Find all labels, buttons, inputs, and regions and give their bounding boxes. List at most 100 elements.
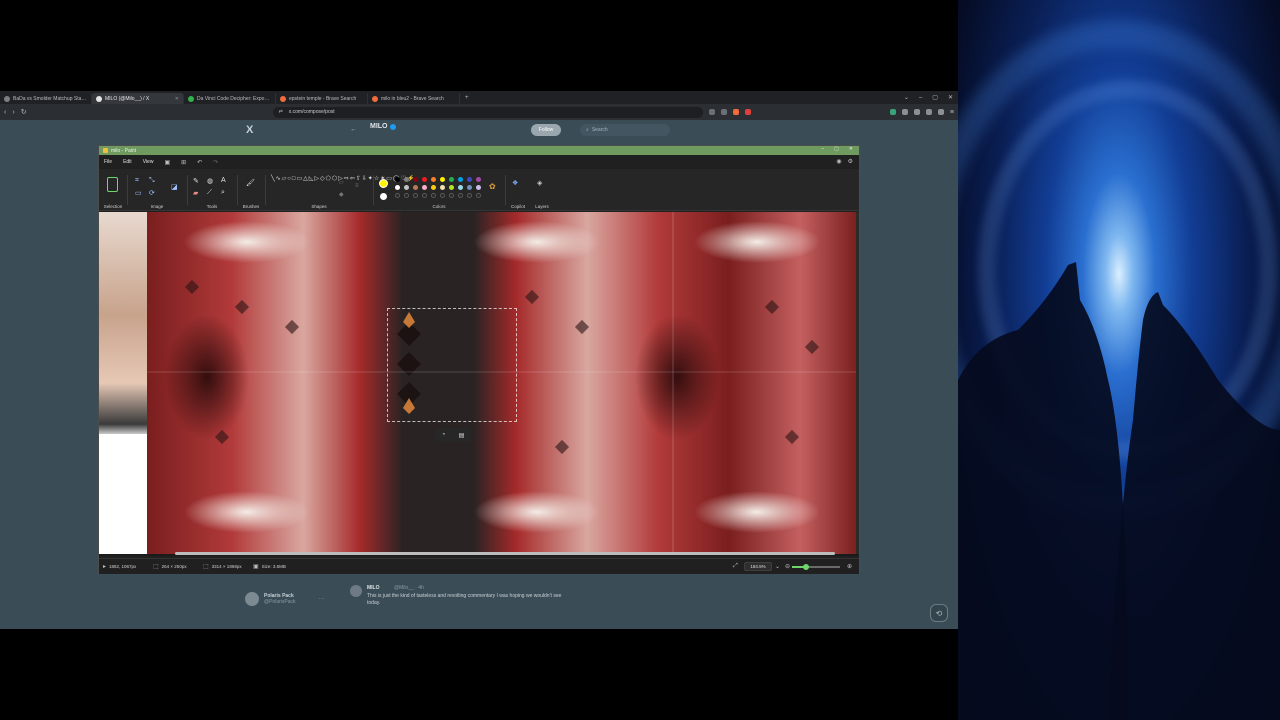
custom-color-slot[interactable] — [395, 193, 400, 198]
color-swatch[interactable] — [395, 185, 400, 190]
forward-icon[interactable]: › — [12, 109, 14, 116]
settings-gear-icon[interactable]: ⚙ — [848, 158, 853, 165]
undo-icon[interactable]: ↶ — [197, 159, 202, 166]
account-icon[interactable]: ◉ — [836, 158, 841, 165]
color-swatch[interactable] — [458, 185, 463, 190]
color-swatch[interactable] — [404, 185, 409, 190]
secondary-color-swatch[interactable] — [380, 193, 387, 200]
tab-4[interactable]: milo in bleu2 - Brave Search — [368, 93, 460, 104]
menu-view[interactable]: View — [143, 159, 154, 165]
background-removal-icon[interactable]: ◪ — [171, 183, 178, 191]
color-swatch[interactable] — [476, 177, 481, 182]
fit-to-window-icon[interactable]: ⤢ — [733, 563, 738, 570]
new-tab-button[interactable]: + — [460, 95, 474, 101]
custom-color-slot[interactable] — [431, 193, 436, 198]
follow-button[interactable]: Follow — [531, 124, 561, 136]
layers-icon[interactable]: ◈ — [537, 179, 542, 187]
color-swatch[interactable] — [458, 177, 463, 182]
color-swatch[interactable] — [404, 177, 409, 182]
color-picker-icon[interactable]: ⟋ — [207, 189, 212, 197]
back-arrow-icon[interactable]: ← — [350, 126, 357, 133]
tab-0[interactable]: BaDa vs Smolder Matchup Statistic — [0, 93, 92, 104]
custom-color-slot[interactable] — [404, 193, 409, 198]
profile-icon[interactable] — [937, 109, 944, 115]
custom-color-slot[interactable] — [476, 193, 481, 198]
color-swatch[interactable] — [449, 177, 454, 182]
site-info-icon[interactable]: ⇄ — [279, 109, 283, 115]
url-field[interactable]: ⇄ x.com/compose/post — [272, 106, 703, 118]
horizontal-scrollbar[interactable] — [175, 552, 835, 555]
close-icon[interactable]: ✕ — [849, 146, 853, 152]
tab-3[interactable]: epstein temple - Brave Search — [276, 93, 368, 104]
menu-icon[interactable]: ≡ — [950, 109, 954, 116]
custom-color-slot[interactable] — [458, 193, 463, 198]
zoom-out-icon[interactable]: ⊖ — [785, 563, 790, 570]
outline-icon[interactable]: ▱ — [339, 179, 344, 186]
search-input[interactable]: ⌕ Search — [580, 124, 670, 136]
primary-color-swatch[interactable] — [379, 179, 388, 188]
color-swatch[interactable] — [431, 177, 436, 182]
shapes-gallery-icon[interactable]: ╲∿▱○□▭△◺▷◇⬠⬡▷⇨⇦⇧⇩✦☆✶▭◯♡⚡ — [271, 176, 414, 183]
text-icon[interactable]: A — [221, 177, 226, 184]
magnifier-icon[interactable]: ⌕ — [221, 189, 225, 197]
more-options-icon[interactable]: ▤ — [459, 432, 465, 439]
back-icon[interactable]: ‹ — [4, 109, 6, 116]
eraser-icon[interactable]: ▰ — [193, 189, 198, 197]
grok-icon[interactable]: ⟲ — [930, 604, 948, 622]
rotate-icon[interactable]: ⟳ — [149, 189, 155, 197]
extension-icon[interactable] — [720, 109, 727, 115]
save-icon[interactable]: ▣ — [164, 159, 170, 166]
zoom-slider-thumb[interactable] — [803, 564, 810, 570]
line-size-icon[interactable]: ≡ — [355, 183, 359, 189]
tab-list-chevron-icon[interactable]: ⌄ — [899, 94, 914, 101]
color-swatch[interactable] — [467, 177, 472, 182]
pencil-icon[interactable]: ✎ — [193, 177, 199, 185]
edit-colors-icon[interactable]: ✿ — [489, 182, 496, 191]
x-logo[interactable]: X — [246, 124, 253, 136]
resize-icon[interactable]: ⤡ — [149, 177, 155, 185]
custom-color-slot[interactable] — [467, 193, 472, 198]
zoom-level-select[interactable]: 184.5% — [744, 562, 772, 571]
redo-icon[interactable]: ↷ — [213, 159, 218, 166]
fill-icon[interactable]: ◍ — [207, 177, 213, 185]
fill-style-icon[interactable]: ◆ — [339, 191, 344, 198]
color-swatch[interactable] — [413, 177, 418, 182]
close-window-icon[interactable]: ✕ — [943, 94, 958, 101]
custom-color-slot[interactable] — [440, 193, 445, 198]
image-creator-icon[interactable]: ◔ — [442, 432, 446, 438]
select-all-icon[interactable]: ▭ — [135, 189, 142, 197]
color-swatch[interactable] — [413, 185, 418, 190]
color-swatch[interactable] — [476, 185, 481, 190]
color-swatch[interactable] — [431, 185, 436, 190]
custom-color-slot[interactable] — [449, 193, 454, 198]
zoom-dropdown-chevron-icon[interactable]: ⌄ — [775, 563, 780, 570]
color-swatch[interactable] — [395, 177, 400, 182]
brave-rewards-icon[interactable] — [744, 109, 751, 115]
sidebar-icon[interactable] — [901, 109, 908, 115]
reload-icon[interactable]: ↻ — [21, 108, 27, 116]
color-swatch[interactable] — [440, 177, 445, 182]
menu-file[interactable]: File — [104, 159, 112, 165]
account-switcher[interactable]: Polaris Pack @PolarisPack ··· — [245, 592, 324, 606]
wallet-icon[interactable] — [913, 109, 920, 115]
maximize-icon[interactable]: ▢ — [927, 94, 943, 101]
canvas-image[interactable]: ◔ ▤ — [147, 212, 857, 554]
tab-1[interactable]: MILO (@Milo__) / X ✕ — [92, 93, 184, 104]
color-swatch[interactable] — [440, 185, 445, 190]
crop-icon[interactable]: ⌗ — [135, 177, 139, 185]
vertical-scrollbar[interactable] — [856, 212, 859, 554]
copilot-icon[interactable]: ❖ — [512, 179, 518, 187]
color-swatch[interactable] — [422, 177, 427, 182]
share-icon[interactable]: ⊞ — [181, 159, 186, 166]
color-swatch[interactable] — [422, 185, 427, 190]
minimize-icon[interactable]: – — [914, 95, 927, 101]
leo-icon[interactable] — [889, 109, 896, 115]
color-swatch[interactable] — [449, 185, 454, 190]
brave-shields-icon[interactable] — [732, 109, 739, 115]
maximize-icon[interactable]: ▢ — [834, 146, 839, 152]
minimize-icon[interactable]: – — [821, 146, 824, 152]
brush-icon[interactable]: 🖌 — [246, 179, 255, 187]
zoom-in-icon[interactable]: ⊕ — [847, 563, 852, 570]
share-icon[interactable] — [708, 109, 715, 115]
custom-color-slot[interactable] — [413, 193, 418, 198]
